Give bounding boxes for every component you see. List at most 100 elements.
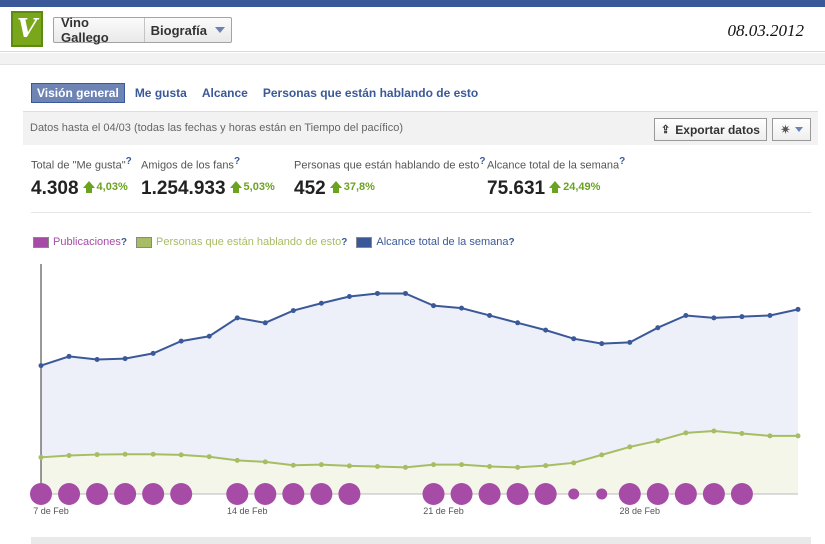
arrow-up-icon (229, 180, 242, 194)
data-point-reach (402, 290, 408, 296)
data-point-reach (711, 315, 717, 321)
tab-talking-about[interactable]: Personas que están hablando de esto (258, 84, 483, 102)
upload-icon: ⇪ (661, 124, 671, 136)
page-name[interactable]: Vino Gallego (54, 15, 145, 45)
stat-talking-about: Personas que están hablando de esto? 452… (294, 156, 485, 200)
stat-total-likes: Total de "Me gusta"? 4.308 4,03% (31, 156, 132, 200)
legend-item-reach[interactable]: Alcance total de la semana? (356, 236, 515, 248)
data-point-talking (402, 464, 408, 470)
page-header: V Vino Gallego Biografía 08.03.2012 (0, 7, 825, 52)
help-icon[interactable]: ? (234, 156, 240, 167)
help-icon[interactable]: ? (479, 156, 485, 167)
post-bubble (506, 483, 529, 505)
stat-value: 4.308 (31, 177, 79, 199)
post-bubble (310, 483, 333, 505)
data-point-reach (487, 312, 493, 318)
data-point-reach (571, 336, 577, 342)
settings-button[interactable]: ✷ (772, 118, 811, 141)
data-point-talking (318, 462, 324, 468)
post-bubble (534, 483, 557, 505)
data-point-talking (374, 463, 380, 469)
page-logo[interactable]: V (11, 11, 43, 47)
data-point-reach (627, 339, 633, 345)
stat-value: 452 (294, 177, 326, 199)
data-point-reach (767, 312, 773, 318)
data-point-reach (459, 305, 465, 311)
post-bubble (170, 483, 193, 505)
help-icon[interactable]: ? (509, 237, 515, 248)
data-point-talking (487, 463, 493, 469)
post-bubble (674, 483, 697, 505)
export-label: Exportar datos (675, 122, 760, 137)
export-data-button[interactable]: ⇪ Exportar datos (654, 118, 767, 141)
legend-item-talking[interactable]: Personas que están hablando de esto? (135, 236, 347, 248)
post-bubble (596, 488, 608, 500)
post-bubble (450, 483, 473, 505)
data-info-bar: Datos hasta el 04/03 (todas las fechas y… (23, 111, 818, 145)
stat-change: 37,8% (343, 181, 375, 194)
x-tick-label: 21 de Feb (423, 506, 464, 516)
help-icon[interactable]: ? (619, 156, 625, 167)
help-icon[interactable]: ? (121, 237, 127, 248)
legend-swatch (33, 236, 49, 248)
data-point-talking (178, 452, 184, 458)
data-point-reach (38, 363, 44, 369)
stat-label: Total de "Me gusta" (31, 159, 126, 172)
post-bubble (30, 483, 52, 505)
help-icon[interactable]: ? (126, 156, 132, 167)
section-label: Biografía (150, 22, 207, 38)
post-bubble (568, 488, 580, 500)
stat-change: 5,03% (243, 181, 275, 194)
stat-value: 1.254.933 (141, 177, 226, 199)
gear-icon: ✷ (780, 121, 791, 137)
post-bubble (58, 483, 81, 505)
data-point-talking (459, 462, 465, 468)
data-point-talking (795, 433, 801, 439)
tab-likes[interactable]: Me gusta (130, 84, 192, 102)
stat-change: 4,03% (96, 181, 128, 194)
data-point-reach (178, 338, 184, 344)
data-point-talking (571, 460, 577, 466)
data-point-talking (262, 459, 268, 465)
legend-label: Personas que están hablando de esto (155, 236, 342, 248)
x-tick-label: 14 de Feb (227, 506, 268, 516)
logo-letter: V (16, 14, 38, 44)
legend-label: Publicaciones (53, 236, 121, 248)
data-point-talking (290, 462, 296, 468)
data-point-talking (38, 454, 44, 460)
post-bubble (254, 483, 277, 505)
post-bubble (282, 483, 305, 505)
header-separator (0, 53, 825, 65)
data-point-reach (515, 320, 521, 326)
help-icon[interactable]: ? (341, 237, 347, 248)
stat-value: 75.631 (487, 177, 546, 199)
section-dropdown[interactable]: Biografía (145, 18, 231, 42)
x-tick-label: 28 de Feb (620, 506, 661, 516)
post-bubble (226, 483, 249, 505)
tab-overview[interactable]: Visión general (31, 82, 125, 103)
insights-chart: 7 de Feb 14 de Feb 21 de Feb 28 de Feb (30, 264, 801, 516)
chevron-down-icon (215, 27, 225, 33)
data-point-reach (94, 356, 100, 362)
top-brand-bar (0, 0, 825, 7)
date-stamp: 08.03.2012 (727, 21, 805, 40)
data-point-talking (150, 451, 156, 457)
data-point-talking (515, 464, 521, 470)
data-point-reach (346, 294, 352, 300)
data-point-talking (543, 463, 549, 469)
legend-swatch (356, 236, 373, 248)
data-point-talking (711, 428, 717, 434)
page-selector[interactable]: Vino Gallego Biografía (53, 15, 232, 45)
data-point-reach (262, 320, 268, 326)
post-bubble (646, 483, 669, 505)
data-point-reach (599, 341, 605, 347)
legend-item-posts[interactable]: Publicaciones? (33, 236, 127, 248)
data-point-reach (795, 306, 801, 312)
data-point-talking (599, 452, 605, 458)
arrow-up-icon (549, 180, 562, 194)
post-bubble (338, 483, 361, 505)
stat-weekly-reach: Alcance total de la semana? 75.631 24,49% (487, 156, 625, 200)
legend-label: Alcance total de la semana (376, 236, 509, 248)
tab-reach[interactable]: Alcance (197, 84, 253, 102)
stat-change: 24,49% (563, 181, 601, 194)
